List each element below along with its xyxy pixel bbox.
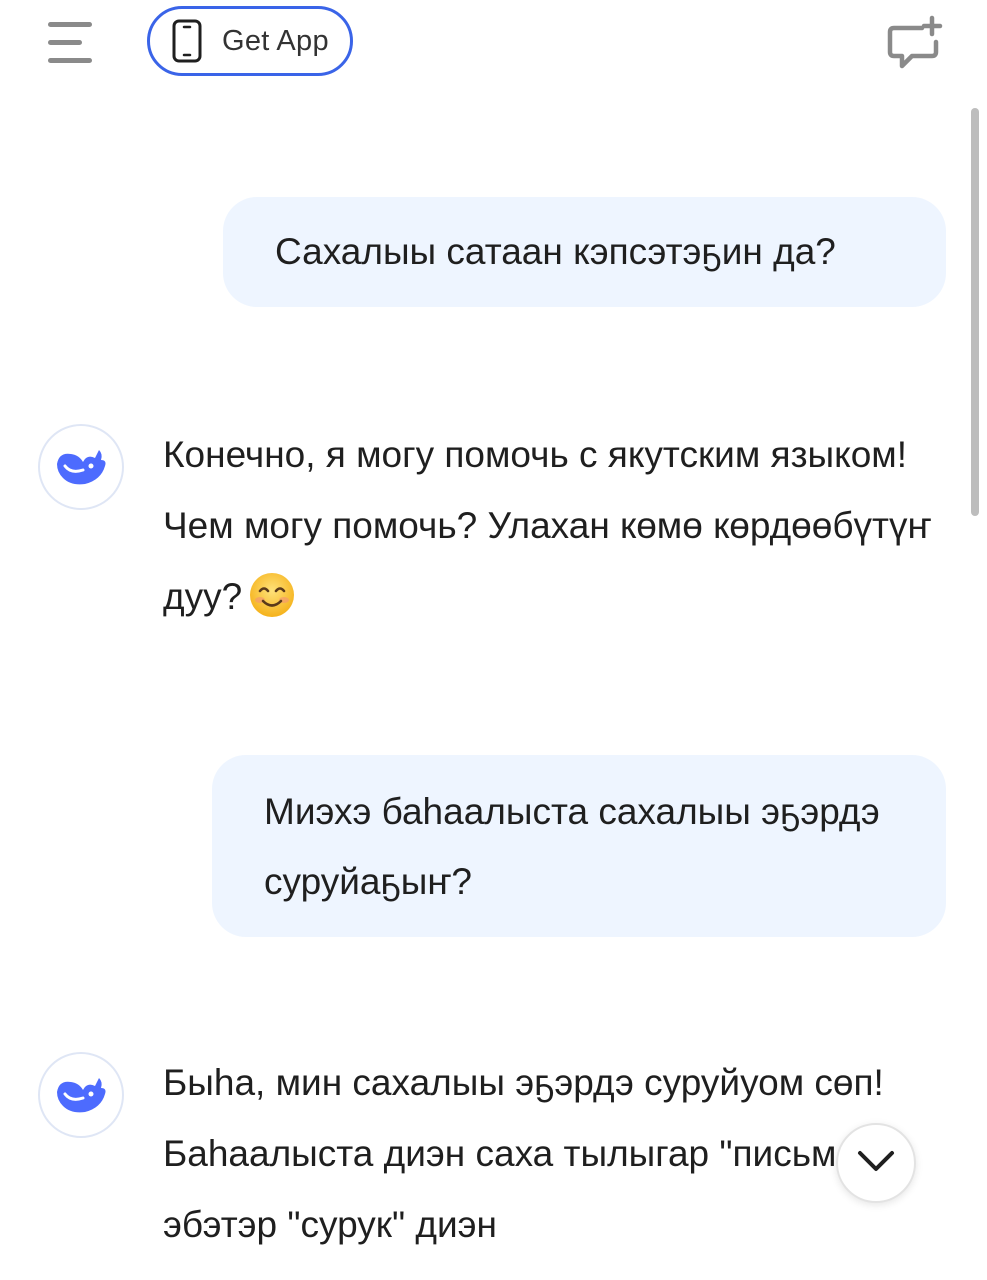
hamburger-menu-icon[interactable] — [44, 18, 98, 68]
user-message: Сахалыы сатаан кэпсэтэҕин да? — [223, 197, 946, 307]
assistant-message-text: Конечно, я могу помочь с якутским языком… — [163, 419, 953, 632]
user-message-text: Сахалыы сатаан кэпсэтэҕин да? — [275, 231, 836, 272]
chevron-down-icon — [856, 1149, 896, 1178]
assistant-message-body: Быһа, мин сахалыы эҕэрдэ суруйуом сөп! Б… — [163, 1062, 884, 1245]
user-message: Миэхэ баһаалыста сахалыы эҕэрдэ суруйаҕы… — [212, 755, 946, 937]
smartphone-icon — [172, 19, 202, 63]
new-chat-icon[interactable] — [884, 14, 948, 74]
top-bar: Get App — [0, 0, 987, 90]
scroll-to-bottom-button[interactable] — [836, 1123, 916, 1203]
deepseek-whale-logo-icon — [38, 424, 124, 510]
user-message-text: Миэхэ баһаалыста сахалыы эҕэрдэ суруйаҕы… — [264, 791, 880, 902]
get-app-button[interactable]: Get App — [147, 6, 353, 76]
assistant-message-text: Быһа, мин сахалыы эҕэрдэ суруйуом сөп! Б… — [163, 1047, 953, 1260]
deepseek-whale-logo-icon — [38, 1052, 124, 1138]
get-app-label: Get App — [222, 24, 329, 57]
smiling-face-emoji-icon — [248, 571, 296, 619]
chat-screen: Get App Сахалыы сатаан кэпсэтэҕин да? Ко… — [0, 0, 987, 1280]
scrollbar[interactable] — [971, 108, 979, 516]
